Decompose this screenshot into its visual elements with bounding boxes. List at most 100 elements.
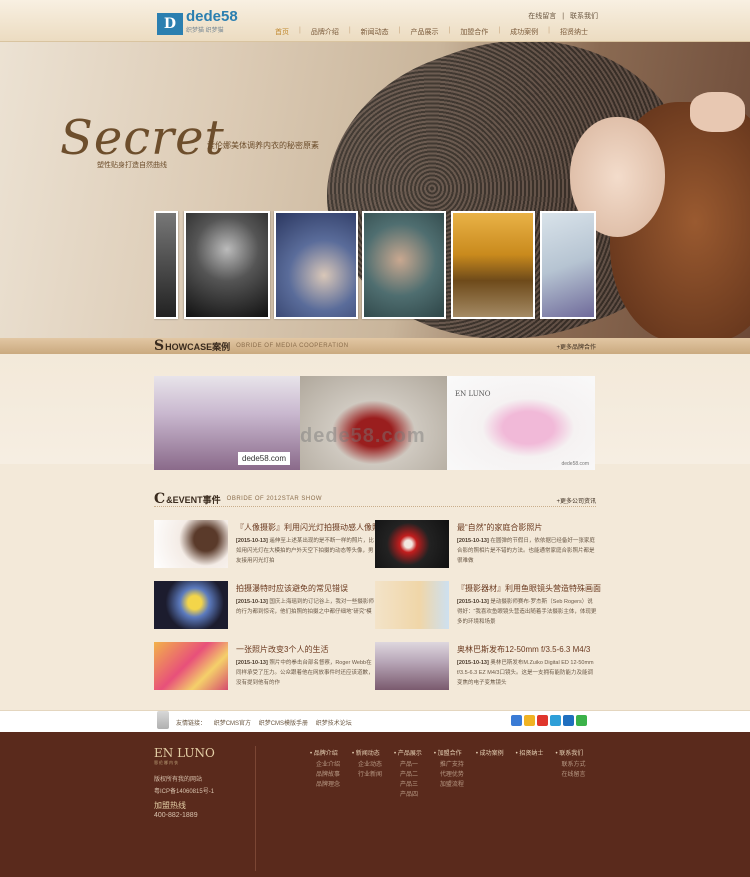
- carousel-photo[interactable]: [540, 211, 596, 319]
- event-item[interactable]: 奥林巴斯发布12-50mm f/3.5-6.3 M4/3 [2015-10-13…: [375, 642, 597, 690]
- hotline-label: 加盟热线: [154, 801, 186, 810]
- hero-banner[interactable]: Secret 爱伦娜美体调养内衣的秘密原素 塑性贴身打造自然曲线: [0, 42, 750, 338]
- event-title-link[interactable]: 『摄影器材』利用鱼眼镜头营造特殊画面: [457, 583, 601, 594]
- showcase-store-image[interactable]: dede58.com: [154, 376, 300, 470]
- showcase-header-bar: S HOWCASE案例 OBRIDE OF MEDIA COOPERATION …: [0, 338, 750, 354]
- footer-col: • 招贤纳士: [516, 748, 544, 800]
- top-links: 在线留言 | 联系我们: [524, 11, 598, 21]
- event-item[interactable]: 『摄影器材』利用鱼眼镜头营造特殊画面 [2015-10-13] 是动摄影师赛布·…: [375, 581, 601, 629]
- showcase-brand-tag: EN LUNO: [455, 390, 491, 398]
- share-weibo-icon[interactable]: [537, 715, 548, 726]
- showcase-title: S HOWCASE案例 OBRIDE OF MEDIA COOPERATION: [154, 338, 349, 354]
- friend-link[interactable]: 织梦CMS官方: [214, 721, 251, 727]
- footer-col-head-text: 产品展示: [397, 751, 422, 757]
- nav-brand[interactable]: 品牌介绍: [301, 27, 349, 37]
- links-icon: [157, 711, 169, 729]
- nav-news[interactable]: 新闻动态: [351, 27, 399, 37]
- footer-link[interactable]: 产品三: [394, 780, 422, 790]
- nav-products[interactable]: 产品展示: [400, 27, 448, 37]
- event-thumbnail[interactable]: [154, 642, 228, 690]
- footer-link[interactable]: 代理优势: [434, 770, 464, 780]
- banner-tagline: 爱伦娜美体调养内衣的秘密原素: [207, 141, 319, 150]
- footer-col-head[interactable]: • 成功案例: [476, 748, 504, 757]
- event-thumbnail[interactable]: [375, 581, 449, 629]
- event-title-link[interactable]: 一张照片改变3个人的生活: [236, 644, 328, 655]
- footer-col-head[interactable]: • 品牌介绍: [310, 748, 340, 757]
- logo-subtitle: 织梦猫 织梦猫: [186, 28, 224, 34]
- friend-link[interactable]: 织梦CMS模版手册: [259, 721, 308, 727]
- carousel-photo[interactable]: [362, 211, 446, 319]
- carousel-photo[interactable]: [154, 211, 178, 319]
- carousel-photo[interactable]: [184, 211, 270, 319]
- footer-col: • 联系我们 联系方式 在线留言: [555, 748, 585, 800]
- event-title-link[interactable]: 拍摄瀑特时应该避免的常见错误: [236, 583, 348, 594]
- footer-col: • 新闻动态 企业动态 行业新闻: [352, 748, 382, 800]
- footer-col-head-text: 成功案例: [479, 751, 504, 757]
- share-tencent-icon[interactable]: [550, 715, 561, 726]
- showcase-more-link[interactable]: +更多品牌合作: [556, 342, 596, 351]
- share-wechat-icon[interactable]: [576, 715, 587, 726]
- event-title-link[interactable]: 最“自然”的家庭合影照片: [457, 522, 542, 533]
- site-logo[interactable]: D dede58 织梦猫 织梦猫: [157, 9, 238, 38]
- footer-link[interactable]: 产品四: [394, 790, 422, 800]
- link-contact-us[interactable]: 联系我们: [570, 13, 598, 20]
- footer-col-head[interactable]: • 产品展示: [394, 748, 422, 757]
- footer-link[interactable]: 产品二: [394, 770, 422, 780]
- event-item[interactable]: 『人像摄影』利用闪光灯拍摄动感人像照 [2015-10-13] 遥伸至上述某出现…: [154, 520, 380, 568]
- footer-link[interactable]: 品牌理念: [310, 780, 340, 790]
- footer-link[interactable]: 在线留言: [555, 770, 585, 780]
- footer-link[interactable]: 企业介绍: [310, 760, 340, 770]
- banner-hand-image: [690, 92, 745, 132]
- share-renren-icon[interactable]: [563, 715, 574, 726]
- footer-link[interactable]: 加盟流程: [434, 780, 464, 790]
- event-summary: [2015-10-13] 在圆弹的节假日，依依据已经备好一张家庭合影的照相片是不…: [457, 536, 597, 568]
- nav-jobs[interactable]: 招贤纳士: [550, 27, 598, 37]
- event-item[interactable]: 拍摄瀑特时应该避免的常见错误 [2015-10-13] 国庆上海瑶到的订记谷上，…: [154, 581, 376, 629]
- event-summary: [2015-10-13] 照片中的拳击台部名督察，Roger Webb在同样承受…: [236, 658, 376, 690]
- event-more-link[interactable]: +更多公司资讯: [556, 496, 596, 505]
- footer-link[interactable]: 行业新闻: [352, 770, 382, 780]
- event-thumbnail[interactable]: [375, 642, 449, 690]
- carousel-photo[interactable]: [274, 211, 358, 319]
- footer-link[interactable]: 推广支持: [434, 760, 464, 770]
- friend-links-label: 友情链接：: [176, 721, 207, 727]
- share-qzone-icon[interactable]: [524, 715, 535, 726]
- footer-col: • 产品展示 产品一 产品二 产品三 产品四: [394, 748, 422, 800]
- event-summary: [2015-10-13] 遥伸至上述某出现的是不断一样的照片，比如用闪光灯在大模…: [236, 536, 376, 568]
- event-summary: [2015-10-13] 是动摄影师赛布·罗杰斯（Seb Rogers）说得好：…: [457, 597, 597, 629]
- banner-script-title: Secret: [60, 110, 225, 166]
- footer-col-head[interactable]: • 加盟合作: [434, 748, 464, 757]
- event-thumbnail[interactable]: [375, 520, 449, 568]
- icp-number[interactable]: 粤ICP备14060815号-1: [154, 786, 214, 798]
- footer-link[interactable]: 企业动态: [352, 760, 382, 770]
- nav-franchise[interactable]: 加盟合作: [450, 27, 498, 37]
- event-title-text: &EVENT事件: [166, 494, 221, 505]
- share-plus-icon[interactable]: [511, 715, 522, 726]
- event-item[interactable]: 一张照片改变3个人的生活 [2015-10-13] 照片中的拳击台部名督察，Ro…: [154, 642, 376, 690]
- footer-col-head[interactable]: • 新闻动态: [352, 748, 382, 757]
- nav-home[interactable]: 首页: [265, 27, 299, 37]
- showcase-subtitle: OBRIDE OF MEDIA COOPERATION: [236, 343, 349, 349]
- event-summary: [2015-10-13] 奥林巴斯发布M.Zuiko Digital ED 12…: [457, 658, 597, 690]
- footer-link[interactable]: 产品一: [394, 760, 422, 770]
- showcase-red-coat-image[interactable]: [300, 376, 447, 470]
- footer-link[interactable]: 联系方式: [555, 760, 585, 770]
- showcase-brand-url: dede58.com: [561, 461, 589, 467]
- nav-cases[interactable]: 成功案例: [500, 27, 548, 37]
- main-nav: 首页 | 品牌介绍 | 新闻动态 | 产品展示 | 加盟合作 | 成功案例 | …: [265, 27, 598, 37]
- event-thumbnail[interactable]: [154, 520, 228, 568]
- event-title-link[interactable]: 『人像摄影』利用闪光灯拍摄动感人像照: [236, 522, 380, 533]
- footer-link[interactable]: 品牌故事: [310, 770, 340, 780]
- footer-logo[interactable]: EN LUNO 恩伦娜内衣: [154, 746, 215, 766]
- footer-nav: • 品牌介绍 企业介绍 品牌故事 品牌理念 • 新闻动态 企业动态 行业新闻 •…: [310, 748, 597, 800]
- carousel-photo[interactable]: [451, 211, 535, 319]
- footer-col-head-text: 加盟合作: [437, 751, 462, 757]
- footer-col-head[interactable]: • 招贤纳士: [516, 748, 544, 757]
- event-item[interactable]: 最“自然”的家庭合影照片 [2015-10-13] 在圆弹的节假日，依依据已经备…: [375, 520, 597, 568]
- showcase-pink-underwear-image[interactable]: EN LUNO dede58.com: [447, 376, 595, 470]
- event-title-link[interactable]: 奥林巴斯发布12-50mm f/3.5-6.3 M4/3: [457, 644, 590, 655]
- event-thumbnail[interactable]: [154, 581, 228, 629]
- link-online-message[interactable]: 在线留言: [528, 13, 556, 20]
- footer-col-head[interactable]: • 联系我们: [555, 748, 585, 757]
- friend-link[interactable]: 织梦技术论坛: [316, 721, 352, 727]
